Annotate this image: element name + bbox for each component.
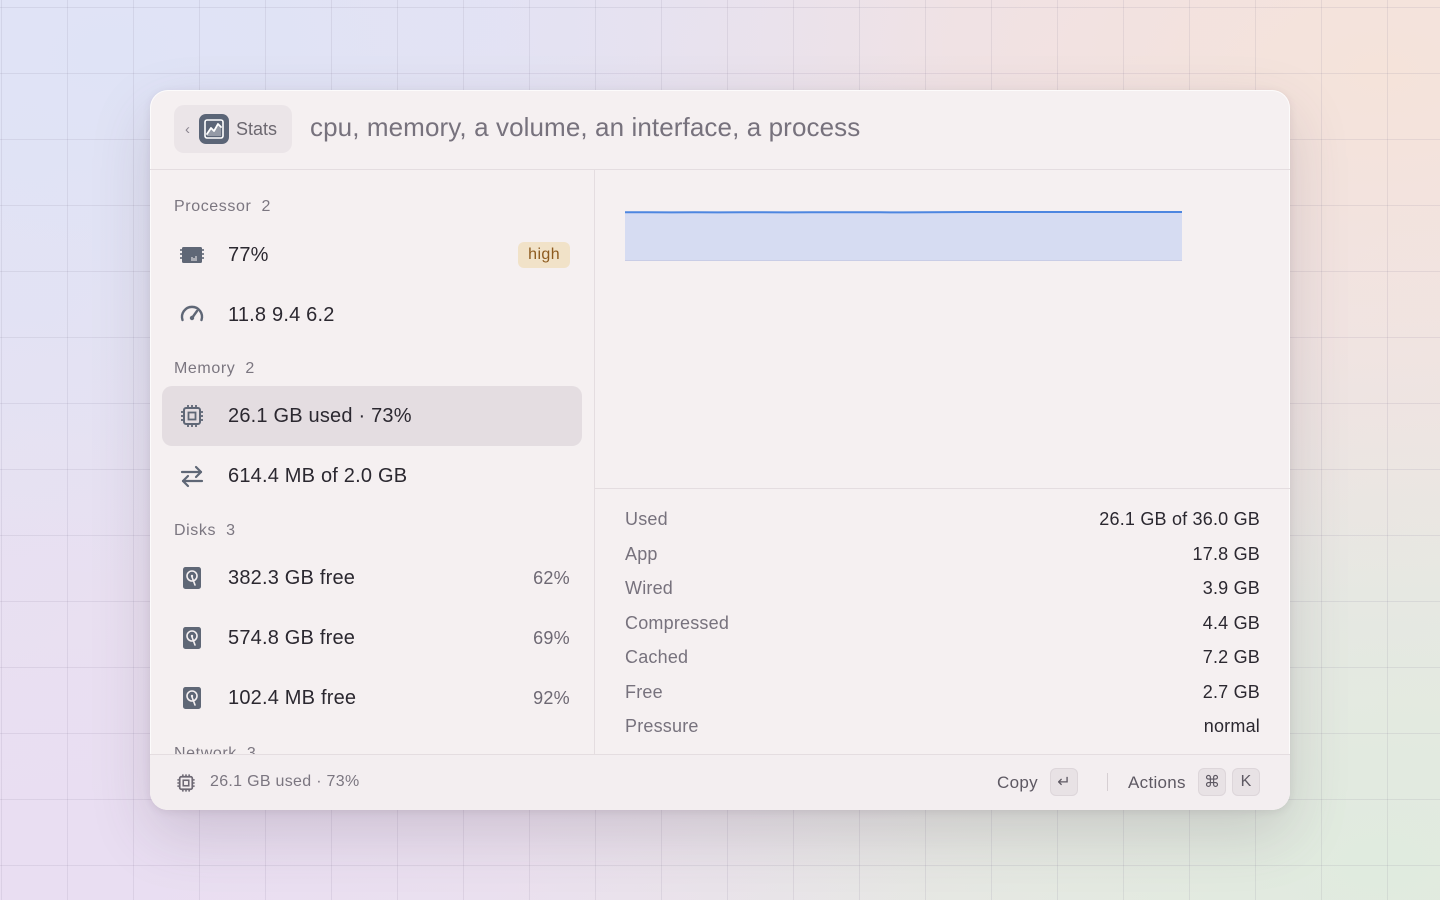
detail-key: Free — [625, 682, 663, 702]
disk-percent: 62% — [533, 567, 570, 588]
cpu-usage-value: 77% — [228, 243, 269, 266]
actions-button[interactable]: Actions — [1128, 773, 1186, 793]
footer-bar: 26.1 GB used · 73% Copy ↵ Actions ⌘ K — [150, 754, 1290, 810]
chevron-left-icon: ‹ — [185, 120, 190, 138]
detail-row-cached: Cached 7.2 GB — [625, 647, 1260, 668]
detail-value: 2.7 GB — [1202, 682, 1260, 702]
chart-area — [625, 212, 1182, 260]
header: ‹ Stats cpu, memory, a volume, an interf… — [150, 90, 1290, 170]
swap-arrows-icon — [178, 462, 206, 490]
disk-icon — [178, 684, 206, 712]
detail-key: Pressure — [625, 716, 699, 736]
detail-value: 3.9 GB — [1202, 578, 1260, 598]
list-item-disk[interactable]: 102.4 MB free 92% — [162, 668, 582, 728]
footer-divider — [1107, 773, 1108, 791]
section-title-processor: Processor 2 — [174, 198, 271, 215]
memory-chart — [625, 210, 1185, 270]
copy-button[interactable]: Copy — [997, 773, 1038, 793]
detail-row-app: App 17.8 GB — [625, 544, 1260, 565]
detail-value: 4.4 GB — [1202, 613, 1260, 633]
stats-window: ‹ Stats cpu, memory, a volume, an interf… — [150, 90, 1290, 810]
disk-percent: 92% — [533, 687, 570, 708]
detail-value: 17.8 GB — [1192, 544, 1260, 564]
detail-row-pressure: Pressure normal — [625, 716, 1260, 737]
memory-chart-svg — [625, 211, 1182, 261]
list-item-cpu-usage[interactable]: 77% high — [162, 225, 582, 285]
detail-value: 7.2 GB — [1202, 647, 1260, 667]
search-input[interactable]: cpu, memory, a volume, an interface, a p… — [310, 112, 860, 143]
detail-key: Cached — [625, 647, 689, 667]
app-name: Stats — [236, 118, 278, 139]
detail-key: App — [625, 544, 658, 564]
memory-used-value: 26.1 GB used · 73% — [228, 404, 412, 427]
detail-row-free: Free 2.7 GB — [625, 682, 1260, 703]
list-item-disk[interactable]: 382.3 GB free 62% — [162, 548, 582, 608]
detail-value: 26.1 GB of 36.0 GB — [1099, 509, 1260, 529]
footer-status: 26.1 GB used · 73% — [210, 773, 360, 790]
list-item-load-average[interactable]: 11.8 9.4 6.2 — [162, 285, 582, 345]
detail-row-used: Used 26.1 GB of 36.0 GB — [625, 509, 1260, 530]
detail-value: normal — [1203, 716, 1260, 736]
cpu-icon — [178, 241, 206, 269]
memory-chip-icon — [178, 402, 206, 430]
detail-key: Compressed — [625, 613, 730, 633]
results-list[interactable]: Processor 2 77% high 11.8 9.4 6.2 Memory… — [150, 170, 595, 755]
swap-value: 614.4 MB of 2.0 GB — [228, 464, 408, 487]
load-average-value: 11.8 9.4 6.2 — [228, 303, 335, 326]
status-badge: high — [518, 242, 570, 268]
detail-key: Used — [625, 509, 668, 529]
disk-free-value: 382.3 GB free — [228, 566, 356, 589]
list-item-swap[interactable]: 614.4 MB of 2.0 GB — [162, 446, 582, 506]
detail-pane: Used 26.1 GB of 36.0 GB App 17.8 GB Wire… — [595, 170, 1290, 755]
detail-row-compressed: Compressed 4.4 GB — [625, 613, 1260, 634]
detail-key: Wired — [625, 578, 674, 598]
k-key-hint: K — [1232, 768, 1260, 796]
detail-row-wired: Wired 3.9 GB — [625, 578, 1260, 599]
list-item-disk[interactable]: 574.8 GB free 69% — [162, 608, 582, 668]
chart-icon — [199, 114, 229, 144]
disk-free-value: 102.4 MB free — [228, 686, 357, 709]
return-key-hint: ↵ — [1050, 768, 1078, 796]
memory-details: Used 26.1 GB of 36.0 GB App 17.8 GB Wire… — [595, 488, 1290, 755]
disk-icon — [178, 564, 206, 592]
gauge-icon — [178, 301, 206, 329]
back-button[interactable]: ‹ Stats — [174, 105, 292, 153]
section-title-disks: Disks 3 — [174, 522, 236, 539]
disk-free-value: 574.8 GB free — [228, 626, 356, 649]
list-item-memory-used[interactable]: 26.1 GB used · 73% — [162, 386, 582, 446]
disk-percent: 69% — [533, 627, 570, 648]
disk-icon — [178, 624, 206, 652]
memory-chip-icon — [175, 772, 197, 794]
command-key-hint: ⌘ — [1198, 768, 1226, 796]
section-title-memory: Memory 2 — [174, 360, 255, 377]
